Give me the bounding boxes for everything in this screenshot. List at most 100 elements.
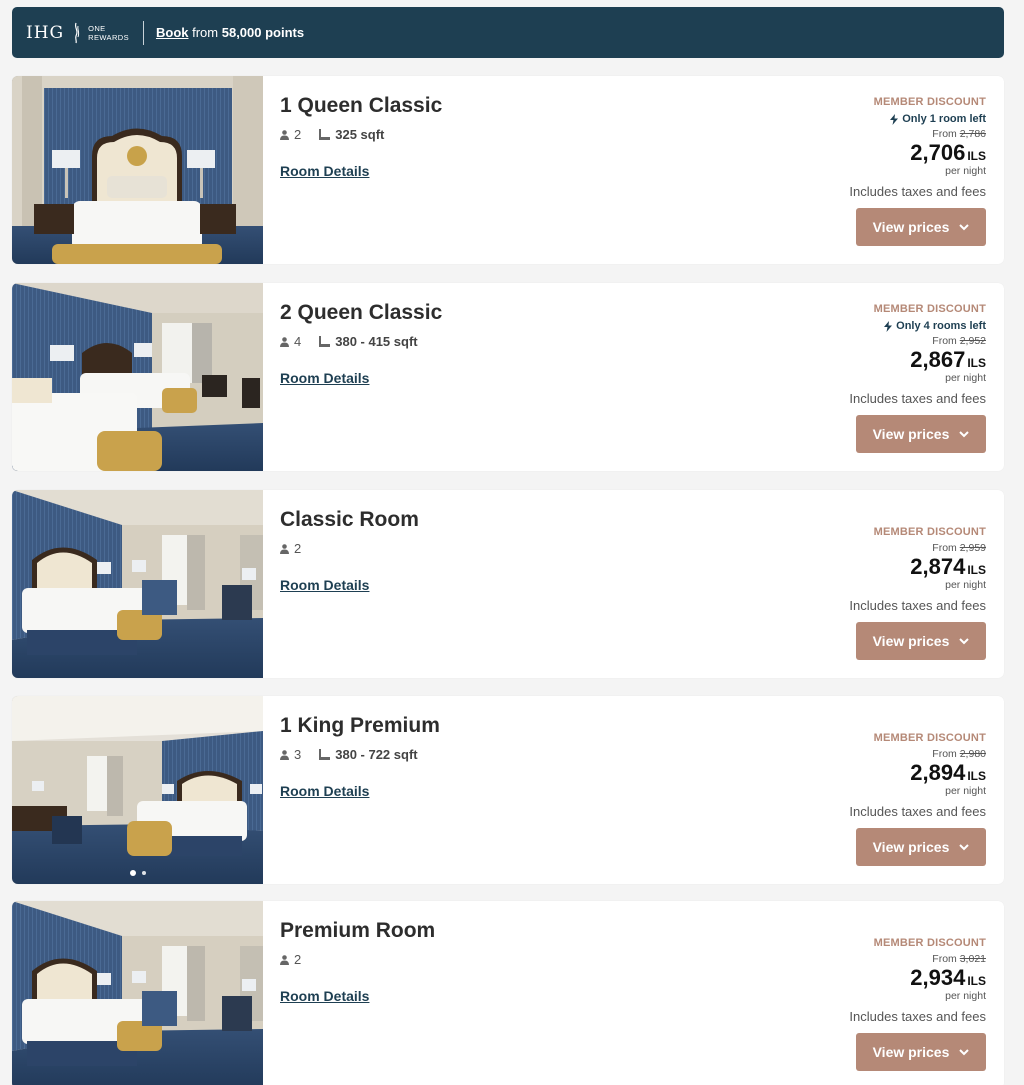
room-image — [12, 901, 263, 1085]
room-details-link[interactable]: Room Details — [280, 577, 369, 593]
member-discount-label: MEMBER DISCOUNT — [873, 303, 986, 315]
flame-icon — [75, 22, 80, 43]
per-night-label: per night — [945, 372, 986, 384]
price: 2,894 ILS — [746, 761, 986, 785]
price: 2,867 ILS — [746, 348, 986, 372]
room-size: 380 - 415 sqft — [335, 334, 418, 349]
lightning-icon — [890, 113, 899, 125]
ruler-icon — [319, 129, 331, 140]
currency: ILS — [967, 769, 986, 783]
discounted-price: 2,894 — [910, 760, 966, 785]
price: 2,706 ILS — [746, 141, 986, 165]
price-block: MEMBER DISCOUNT From 3,021 2,934 ILS per … — [746, 937, 986, 1024]
original-price: 2,786 — [959, 128, 986, 140]
price-block: MEMBER DISCOUNT Only 1 room left From 2,… — [746, 96, 986, 199]
original-price: 3,021 — [959, 953, 986, 965]
member-discount-label: MEMBER DISCOUNT — [873, 96, 986, 108]
currency: ILS — [967, 563, 986, 577]
room-photo[interactable] — [12, 76, 263, 264]
view-prices-button[interactable]: View prices — [856, 415, 986, 453]
original-price: 2,980 — [959, 748, 986, 760]
discounted-price: 2,706 — [910, 140, 966, 165]
room-details-link[interactable]: Room Details — [280, 370, 369, 386]
book-with-points: Book from 58,000 points — [156, 25, 304, 40]
room-name: 1 King Premium — [280, 714, 440, 737]
member-discount-label: MEMBER DISCOUNT — [873, 732, 986, 744]
price-block: MEMBER DISCOUNT From 2,980 2,894 ILS per … — [746, 732, 986, 819]
view-prices-button[interactable]: View prices — [856, 828, 986, 866]
person-icon — [280, 336, 289, 347]
guest-count: 2 — [294, 127, 302, 142]
room-details-link[interactable]: Room Details — [280, 988, 369, 1004]
taxes-note: Includes taxes and fees — [849, 804, 986, 819]
room-details-link[interactable]: Room Details — [280, 163, 369, 179]
room-card: Premium Room 2 Room Details MEMBER DISCO… — [12, 901, 1004, 1085]
room-image — [12, 76, 263, 264]
discounted-price: 2,934 — [910, 965, 966, 990]
member-discount-label: MEMBER DISCOUNT — [873, 526, 986, 538]
taxes-note: Includes taxes and fees — [849, 598, 986, 613]
logo-subtitle: ONE REWARDS — [88, 23, 129, 42]
discounted-price: 2,867 — [910, 347, 966, 372]
room-size: 325 sqft — [335, 127, 385, 142]
chevron-down-icon — [959, 223, 970, 230]
room-name: Premium Room — [280, 919, 436, 942]
price: 2,874 ILS — [746, 555, 986, 579]
lightning-icon — [884, 320, 893, 332]
person-icon — [280, 543, 289, 554]
carousel-dot[interactable] — [141, 871, 146, 875]
room-meta: 3 380 - 722 sqft — [280, 747, 418, 762]
price: 2,934 ILS — [746, 966, 986, 990]
availability-note: Only 1 room left — [746, 111, 986, 127]
room-meta: 2 — [280, 952, 301, 967]
per-night-label: per night — [945, 785, 986, 797]
room-name: Classic Room — [280, 508, 419, 531]
banner-divider — [142, 20, 144, 45]
chevron-down-icon — [959, 637, 970, 644]
room-meta: 2 325 sqft — [280, 127, 384, 142]
carousel-dot[interactable] — [129, 870, 136, 876]
room-image — [12, 283, 263, 471]
chevron-down-icon — [959, 843, 970, 850]
carousel-dots[interactable] — [12, 870, 263, 876]
room-card: Classic Room 2 Room Details MEMBER DISCO… — [12, 490, 1004, 678]
member-discount-label: MEMBER DISCOUNT — [873, 937, 986, 949]
person-icon — [280, 129, 289, 140]
availability-note: Only 4 rooms left — [746, 318, 986, 334]
logo-text: IHG — [26, 22, 65, 43]
room-card: 2 Queen Classic 4 380 - 415 sqft Room De… — [12, 283, 1004, 471]
person-icon — [280, 749, 289, 760]
book-link[interactable]: Book — [156, 25, 189, 40]
room-meta: 2 — [280, 541, 301, 556]
ihg-one-rewards-logo: IHG ONE REWARDS — [26, 7, 129, 58]
rewards-banner: IHG ONE REWARDS Book from 58,000 points — [12, 7, 1004, 58]
per-night-label: per night — [945, 579, 986, 591]
price-block: MEMBER DISCOUNT Only 4 rooms left From 2… — [746, 303, 986, 406]
room-image — [12, 696, 263, 884]
room-photo[interactable] — [12, 696, 263, 884]
currency: ILS — [967, 356, 986, 370]
room-name: 1 Queen Classic — [280, 94, 443, 117]
taxes-note: Includes taxes and fees — [849, 391, 986, 406]
room-photo[interactable] — [12, 901, 263, 1085]
chevron-down-icon — [959, 1048, 970, 1055]
ruler-icon — [319, 749, 331, 760]
per-night-label: per night — [945, 165, 986, 177]
person-icon — [280, 954, 289, 965]
original-price: 2,952 — [959, 335, 986, 347]
guest-count: 4 — [294, 334, 302, 349]
view-prices-button[interactable]: View prices — [856, 208, 986, 246]
per-night-label: per night — [945, 990, 986, 1002]
room-photo[interactable] — [12, 283, 263, 471]
view-prices-button[interactable]: View prices — [856, 1033, 986, 1071]
room-photo[interactable] — [12, 490, 263, 678]
room-image — [12, 490, 263, 678]
guest-count: 3 — [294, 747, 302, 762]
chevron-down-icon — [959, 430, 970, 437]
discounted-price: 2,874 — [910, 554, 966, 579]
ruler-icon — [319, 336, 331, 347]
view-prices-button[interactable]: View prices — [856, 622, 986, 660]
room-details-link[interactable]: Room Details — [280, 783, 369, 799]
price-block: MEMBER DISCOUNT From 2,959 2,874 ILS per … — [746, 526, 986, 613]
room-size: 380 - 722 sqft — [335, 747, 418, 762]
